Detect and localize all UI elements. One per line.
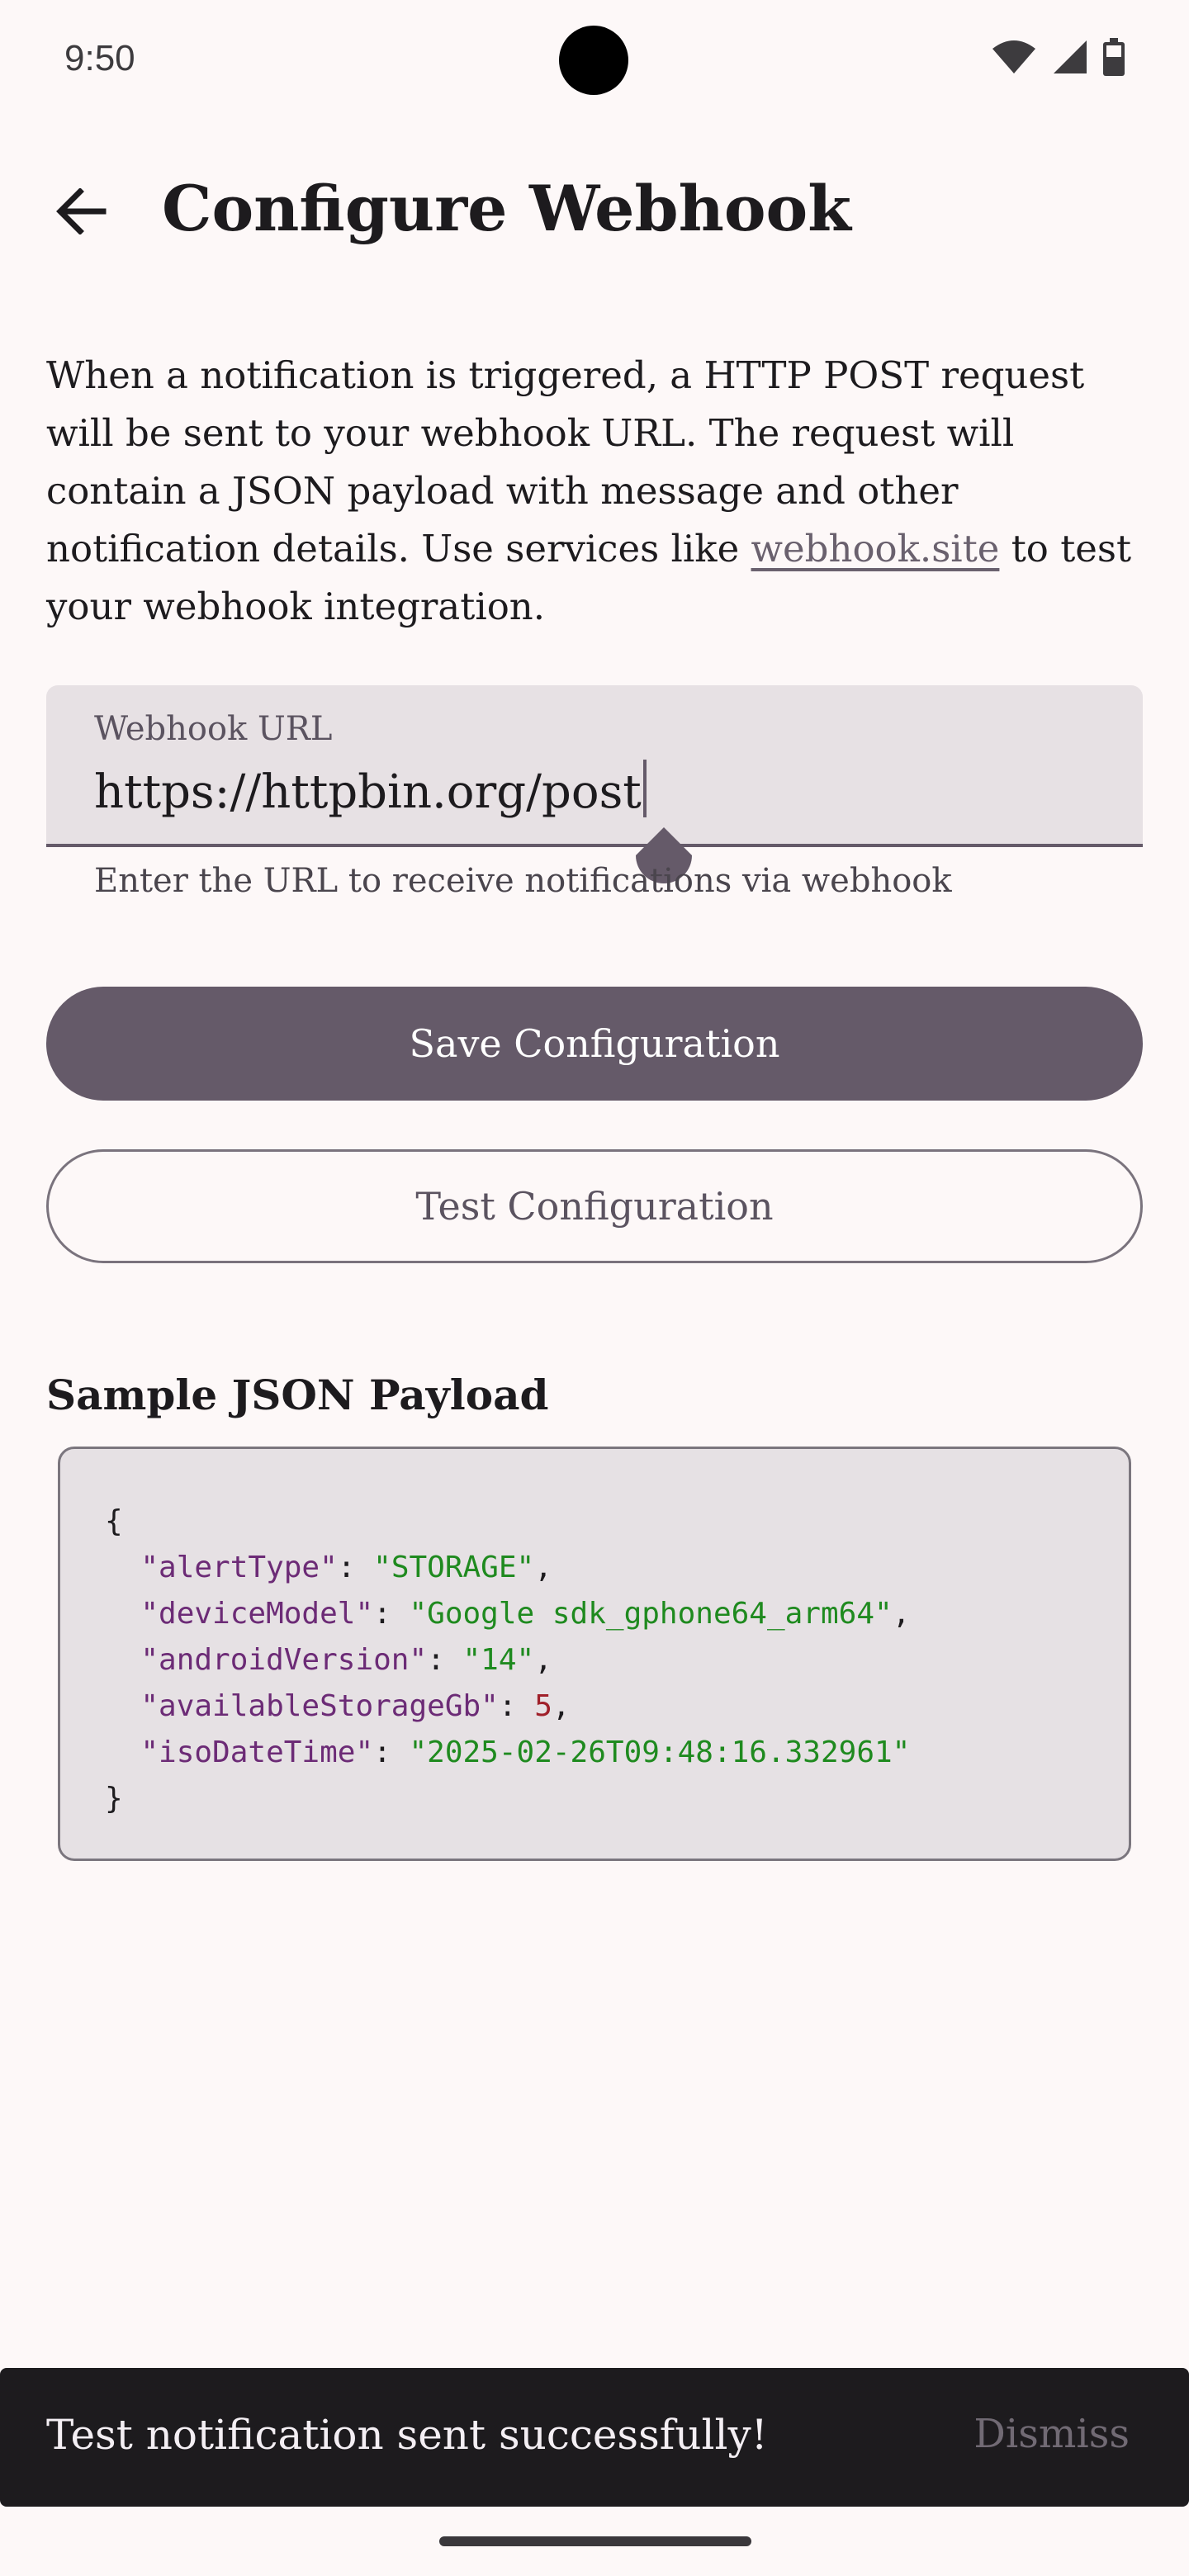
arrow-back-icon — [56, 188, 107, 234]
description-text: When a notification is triggered, a HTTP… — [46, 347, 1153, 636]
json-value: 5 — [534, 1689, 552, 1723]
test-configuration-button[interactable]: Test Configuration — [46, 1149, 1143, 1263]
sample-json-code-block: { "alertType": "STORAGE", "deviceModel":… — [58, 1447, 1131, 1861]
webhook-url-input[interactable]: https://httpbin.org/post — [94, 760, 647, 819]
json-line: "alertType": "STORAGE", — [140, 1551, 552, 1584]
webhook-url-value: https://httpbin.org/post — [94, 765, 642, 819]
json-key: "alertType" — [140, 1551, 338, 1584]
json-value: "14" — [462, 1643, 535, 1677]
json-lines: "alertType": "STORAGE", "deviceModel": "… — [105, 1551, 910, 1769]
status-icons — [991, 38, 1125, 76]
json-value: "Google sdk_gphone64_arm64" — [409, 1597, 893, 1631]
json-line: "androidVersion": "14", — [140, 1643, 552, 1677]
wifi-icon — [992, 40, 1035, 73]
json-key: "isoDateTime" — [140, 1735, 374, 1769]
json-open-brace: { — [105, 1504, 123, 1538]
top-app-bar: Configure Webhook — [0, 157, 1189, 266]
json-line: "availableStorageGb": 5, — [140, 1689, 571, 1723]
camera-cutout — [559, 26, 628, 95]
webhook-url-label: Webhook URL — [94, 710, 333, 748]
snackbar: Test notification sent successfully! Dis… — [0, 2368, 1189, 2507]
back-button[interactable] — [45, 175, 117, 248]
cell-signal-icon — [1054, 40, 1087, 73]
webhook-url-field[interactable]: Webhook URL https://httpbin.org/post — [46, 685, 1143, 847]
dismiss-button[interactable]: Dismiss — [973, 2411, 1130, 2457]
json-value: "2025-02-26T09:48:16.332961" — [409, 1735, 911, 1769]
webhook-site-link[interactable]: webhook.site — [751, 527, 1000, 571]
webhook-url-helper: Enter the URL to receive notifications v… — [94, 862, 952, 900]
json-close-brace: } — [105, 1782, 123, 1816]
text-cursor — [642, 760, 647, 817]
snackbar-message: Test notification sent successfully! — [46, 2411, 768, 2459]
json-value: "STORAGE" — [373, 1551, 535, 1584]
json-line: "deviceModel": "Google sdk_gphone64_arm6… — [140, 1597, 911, 1631]
page-title: Configure Webhook — [162, 172, 851, 245]
json-key: "availableStorageGb" — [140, 1689, 499, 1723]
json-line: "isoDateTime": "2025-02-26T09:48:16.3329… — [140, 1735, 911, 1769]
battery-icon — [1103, 38, 1125, 76]
sample-payload-title: Sample JSON Payload — [46, 1371, 549, 1419]
status-bar: 9:50 — [0, 0, 1189, 124]
save-configuration-button[interactable]: Save Configuration — [46, 987, 1143, 1101]
json-key: "androidVersion" — [140, 1643, 428, 1677]
json-key: "deviceModel" — [140, 1597, 374, 1631]
status-time: 9:50 — [64, 38, 135, 78]
home-indicator[interactable] — [439, 2536, 751, 2546]
